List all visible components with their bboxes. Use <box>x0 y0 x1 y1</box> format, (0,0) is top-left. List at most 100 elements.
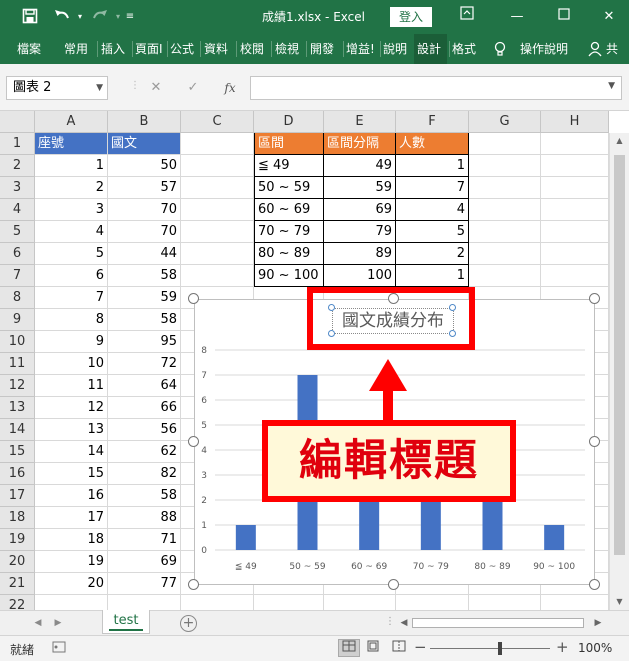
row-header-13[interactable]: 13 <box>0 397 35 419</box>
table-cell[interactable]: 64 <box>108 375 181 397</box>
table-cell[interactable]: 2 <box>35 177 108 199</box>
restore-icon[interactable] <box>552 6 576 28</box>
column-header-f[interactable]: F <box>396 111 469 133</box>
chart-resize-handle[interactable] <box>188 436 199 447</box>
chart-resize-handle[interactable] <box>188 579 199 590</box>
row-header-18[interactable]: 18 <box>0 507 35 529</box>
table-cell[interactable]: 11 <box>35 375 108 397</box>
table-cell[interactable]: 7 <box>396 177 469 199</box>
table-cell[interactable]: 59 <box>108 287 181 309</box>
close-icon[interactable]: ✕ <box>597 6 621 28</box>
customize-quick-access-icon[interactable]: ≡ <box>124 8 136 26</box>
share-person-icon[interactable] <box>588 34 604 64</box>
table-cell[interactable]: 60 ~ 69 <box>254 199 324 221</box>
table-cell[interactable]: 20 <box>35 573 108 595</box>
zoom-in-icon[interactable]: + <box>556 638 569 656</box>
table-cell[interactable]: 9 <box>35 331 108 353</box>
row-header-4[interactable]: 4 <box>0 199 35 221</box>
tab-file[interactable]: 檔案 <box>17 34 47 64</box>
row-header-21[interactable]: 21 <box>0 573 35 595</box>
row-header-9[interactable]: 9 <box>0 309 35 331</box>
table-cell[interactable]: 4 <box>396 199 469 221</box>
insert-function-icon[interactable]: fx <box>216 76 244 100</box>
table-cell[interactable]: 2 <box>396 243 469 265</box>
redo-dropdown-icon[interactable]: ▾ <box>113 8 123 26</box>
horizontal-scrollbar[interactable]: ◀ ▶ <box>396 616 608 630</box>
scroll-down-icon[interactable]: ▼ <box>610 594 629 610</box>
cell[interactable] <box>181 243 254 265</box>
table-cell[interactable]: 15 <box>35 463 108 485</box>
cell[interactable] <box>181 265 254 287</box>
chart-resize-handle[interactable] <box>589 579 600 590</box>
bar[interactable] <box>544 525 565 550</box>
table-cell[interactable]: 88 <box>108 507 181 529</box>
sheet-tab-test[interactable]: test <box>102 610 150 634</box>
table-cell[interactable]: 66 <box>108 397 181 419</box>
row-header-8[interactable]: 8 <box>0 287 35 309</box>
table-cell[interactable]: 100 <box>324 265 396 287</box>
table-cell[interactable]: 62 <box>108 441 181 463</box>
table-cell[interactable]: 14 <box>35 441 108 463</box>
tell-me-label[interactable]: 操作說明 <box>520 34 572 64</box>
tab-split-grip-icon[interactable]: ⋮ <box>385 616 395 627</box>
row-header-1[interactable]: 1 <box>0 133 35 155</box>
cell[interactable] <box>541 243 609 265</box>
cell[interactable] <box>469 155 541 177</box>
table-cell[interactable]: 16 <box>35 485 108 507</box>
undo-icon[interactable] <box>50 8 74 26</box>
column-header-g[interactable]: G <box>469 111 541 133</box>
table-cell[interactable]: 18 <box>35 529 108 551</box>
login-button[interactable]: 登入 <box>390 7 432 27</box>
vertical-scroll-thumb[interactable] <box>614 155 625 555</box>
row-header-20[interactable]: 20 <box>0 551 35 573</box>
table-cell[interactable]: 4 <box>35 221 108 243</box>
chart-resize-handle[interactable] <box>188 293 199 304</box>
formula-input[interactable]: ▼ <box>250 76 622 100</box>
table-cell[interactable]: 17 <box>35 507 108 529</box>
row-header-2[interactable]: 2 <box>0 155 35 177</box>
name-box[interactable]: 圖表 2 ▼ <box>6 76 108 100</box>
table-cell[interactable]: 70 <box>108 199 181 221</box>
zoom-slider-thumb[interactable] <box>498 642 502 655</box>
table-cell[interactable]: 69 <box>324 199 396 221</box>
table-cell[interactable]: 1 <box>35 155 108 177</box>
table-cell[interactable]: 57 <box>108 177 181 199</box>
ribbon-display-icon[interactable] <box>455 6 479 28</box>
table-cell[interactable]: 5 <box>35 243 108 265</box>
table-header[interactable]: 國文 <box>108 133 181 155</box>
row-header-11[interactable]: 11 <box>0 353 35 375</box>
row-header-15[interactable]: 15 <box>0 441 35 463</box>
table-cell[interactable]: 7 <box>35 287 108 309</box>
table-cell[interactable]: 58 <box>108 265 181 287</box>
table-cell[interactable]: 71 <box>108 529 181 551</box>
normal-view-icon[interactable] <box>338 639 360 657</box>
share-label[interactable]: 共 <box>606 34 620 64</box>
cell[interactable] <box>181 221 254 243</box>
tab-page-layout[interactable]: 頁面I <box>135 34 165 64</box>
tab-formulas[interactable]: 公式 <box>170 34 198 64</box>
table-header[interactable]: 區間 <box>254 133 324 155</box>
table-cell[interactable]: 82 <box>108 463 181 485</box>
enter-icon[interactable]: ✓ <box>181 76 205 100</box>
table-cell[interactable]: 69 <box>108 551 181 573</box>
row-header-17[interactable]: 17 <box>0 485 35 507</box>
table-cell[interactable]: 3 <box>35 199 108 221</box>
table-cell[interactable]: 12 <box>35 397 108 419</box>
zoom-out-icon[interactable]: − <box>414 638 427 656</box>
table-cell[interactable]: 6 <box>35 265 108 287</box>
chart-resize-handle[interactable] <box>388 579 399 590</box>
cell[interactable] <box>541 155 609 177</box>
chart-resize-handle[interactable] <box>589 436 600 447</box>
row-header-12[interactable]: 12 <box>0 375 35 397</box>
cell[interactable] <box>181 199 254 221</box>
table-cell[interactable]: 79 <box>324 221 396 243</box>
tab-developer[interactable]: 開發 <box>310 34 340 64</box>
scroll-left-icon[interactable]: ◀ <box>30 615 46 631</box>
horizontal-scroll-thumb[interactable] <box>412 618 584 628</box>
row-header-10[interactable]: 10 <box>0 331 35 353</box>
cell[interactable] <box>541 177 609 199</box>
tab-insert[interactable]: 插入 <box>101 34 129 64</box>
table-cell[interactable]: 58 <box>108 485 181 507</box>
lightbulb-icon[interactable] <box>494 34 510 64</box>
zoom-slider-track[interactable] <box>430 648 550 649</box>
